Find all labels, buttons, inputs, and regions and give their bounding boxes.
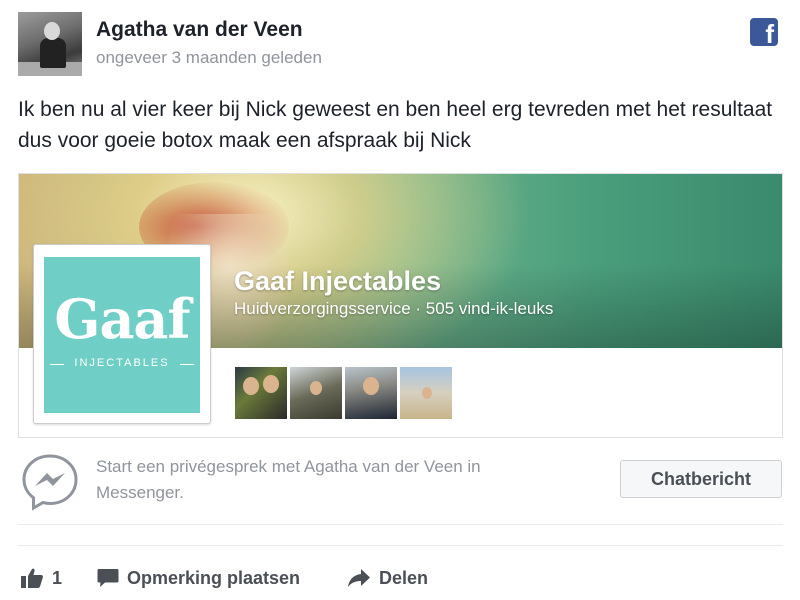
like-count: 1 bbox=[52, 567, 63, 588]
gaaf-injectables-logo: Gaaf INJECTABLES bbox=[44, 257, 200, 413]
logo-wordmark: Gaaf bbox=[54, 287, 190, 351]
thumbs-up-icon bbox=[21, 568, 43, 588]
comment-button[interactable]: Opmerking plaatsen bbox=[97, 563, 300, 593]
friend-photo-3[interactable] bbox=[345, 367, 397, 419]
author-name-link[interactable]: Agatha van der Veen bbox=[96, 18, 303, 42]
comment-icon bbox=[97, 569, 119, 587]
page-meta: Huidverzorgingsservice · 505 vind-ik-leu… bbox=[234, 299, 554, 318]
page-name-link[interactable]: Gaaf Injectables bbox=[234, 266, 441, 297]
chat-message-button[interactable]: Chatbericht bbox=[620, 460, 782, 498]
comment-button-label: Opmerking plaatsen bbox=[127, 567, 301, 588]
page-card[interactable]: Gaaf Injectables Huidverzorgingsservice … bbox=[18, 173, 783, 438]
divider bbox=[18, 545, 783, 546]
messenger-icon[interactable] bbox=[20, 452, 80, 512]
logo-rule-right bbox=[180, 364, 194, 365]
share-button[interactable]: Delen bbox=[347, 563, 428, 593]
messenger-prompt-text: Start een privégesprek met Agatha van de… bbox=[96, 457, 481, 502]
logo-subtitle: INJECTABLES bbox=[74, 357, 170, 369]
share-icon bbox=[348, 569, 370, 587]
avatar-figure-head bbox=[44, 22, 60, 40]
author-avatar[interactable] bbox=[18, 12, 82, 76]
like-button[interactable]: 1 bbox=[20, 563, 62, 593]
post-text: Ik ben nu al vier keer bij Nick geweest … bbox=[18, 98, 773, 152]
share-button-label: Delen bbox=[379, 567, 429, 588]
post-timestamp[interactable]: ongeveer 3 maanden geleden bbox=[96, 48, 322, 68]
friend-photo-2[interactable] bbox=[290, 367, 342, 419]
divider bbox=[18, 524, 783, 525]
friend-photo-1[interactable] bbox=[235, 367, 287, 419]
page-profile-picture[interactable]: Gaaf INJECTABLES bbox=[33, 244, 211, 424]
facebook-logo-icon[interactable]: f bbox=[750, 18, 778, 46]
avatar-figure-body bbox=[40, 38, 66, 68]
friend-photo-4[interactable] bbox=[400, 367, 452, 419]
